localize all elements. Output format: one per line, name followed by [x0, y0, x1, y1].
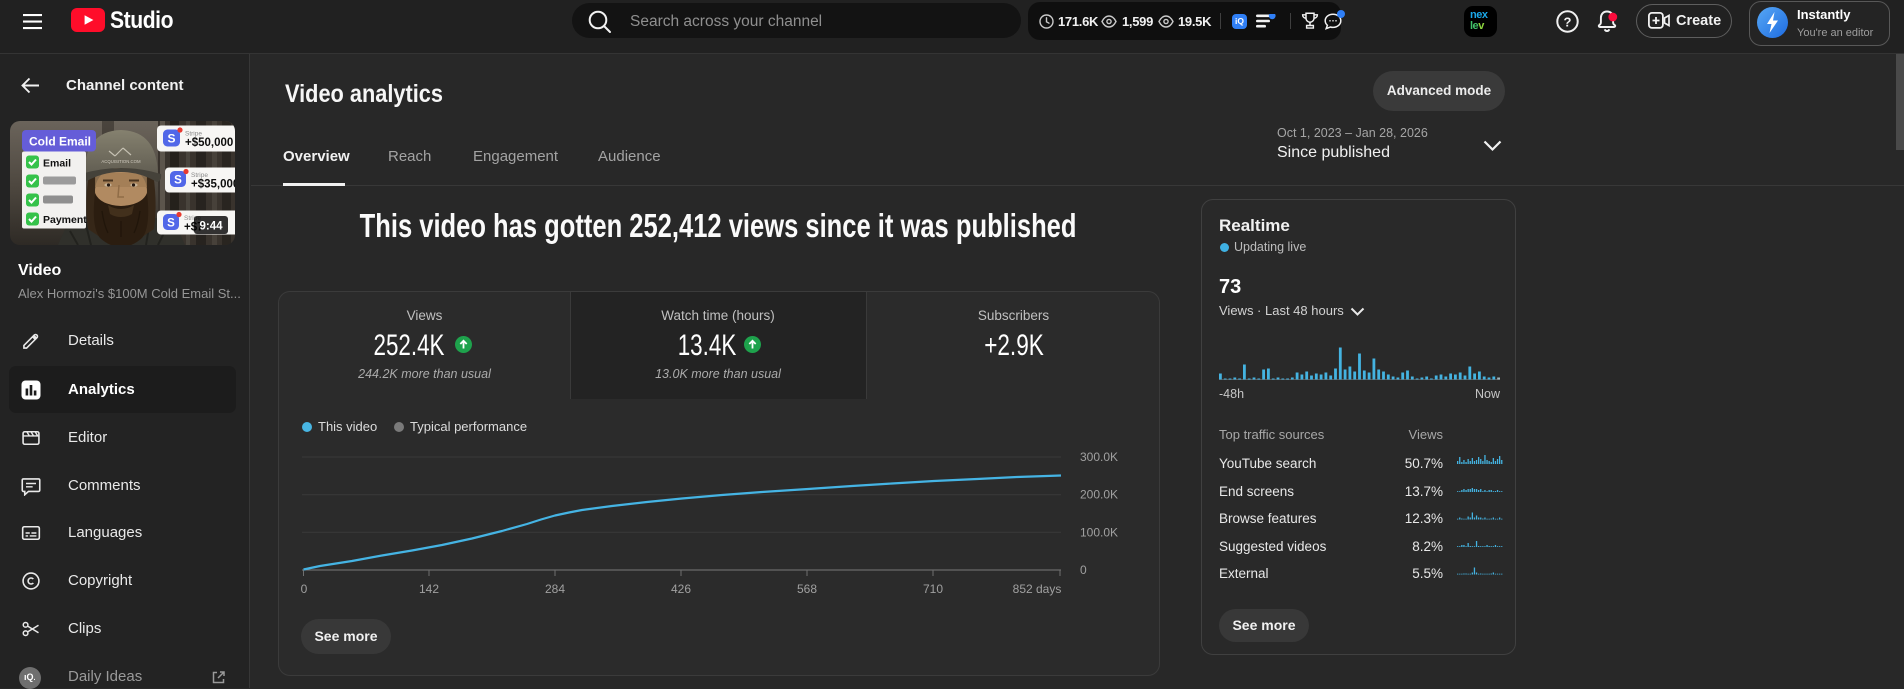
svg-text:ACQUISITION.COM: ACQUISITION.COM: [101, 159, 141, 164]
svg-text:142: 142: [419, 582, 439, 596]
svg-text:300.0K: 300.0K: [1080, 450, 1118, 464]
svg-text:426: 426: [671, 582, 691, 596]
svg-text:0: 0: [1080, 563, 1087, 577]
svg-text:?: ?: [1564, 14, 1572, 29]
svg-text:S: S: [167, 218, 175, 230]
svg-text:568: 568: [797, 582, 817, 596]
svg-text:Cold Email: Cold Email: [29, 135, 91, 149]
svg-text:Payment: Payment: [43, 214, 87, 226]
svg-text:200.0K: 200.0K: [1080, 488, 1118, 502]
svg-text:+$50,000: +$50,000: [185, 137, 233, 149]
svg-text:284: 284: [545, 582, 565, 596]
svg-text:710: 710: [923, 582, 943, 596]
svg-text:9:44: 9:44: [199, 221, 223, 233]
svg-text:100.0K: 100.0K: [1080, 525, 1118, 539]
svg-text:+$35,000: +$35,000: [191, 179, 235, 191]
svg-text:0: 0: [301, 582, 308, 596]
svg-text:852 days: 852 days: [1013, 582, 1062, 596]
svg-text:S: S: [174, 175, 182, 187]
svg-text:Email: Email: [43, 158, 71, 170]
svg-text:S: S: [167, 132, 175, 146]
